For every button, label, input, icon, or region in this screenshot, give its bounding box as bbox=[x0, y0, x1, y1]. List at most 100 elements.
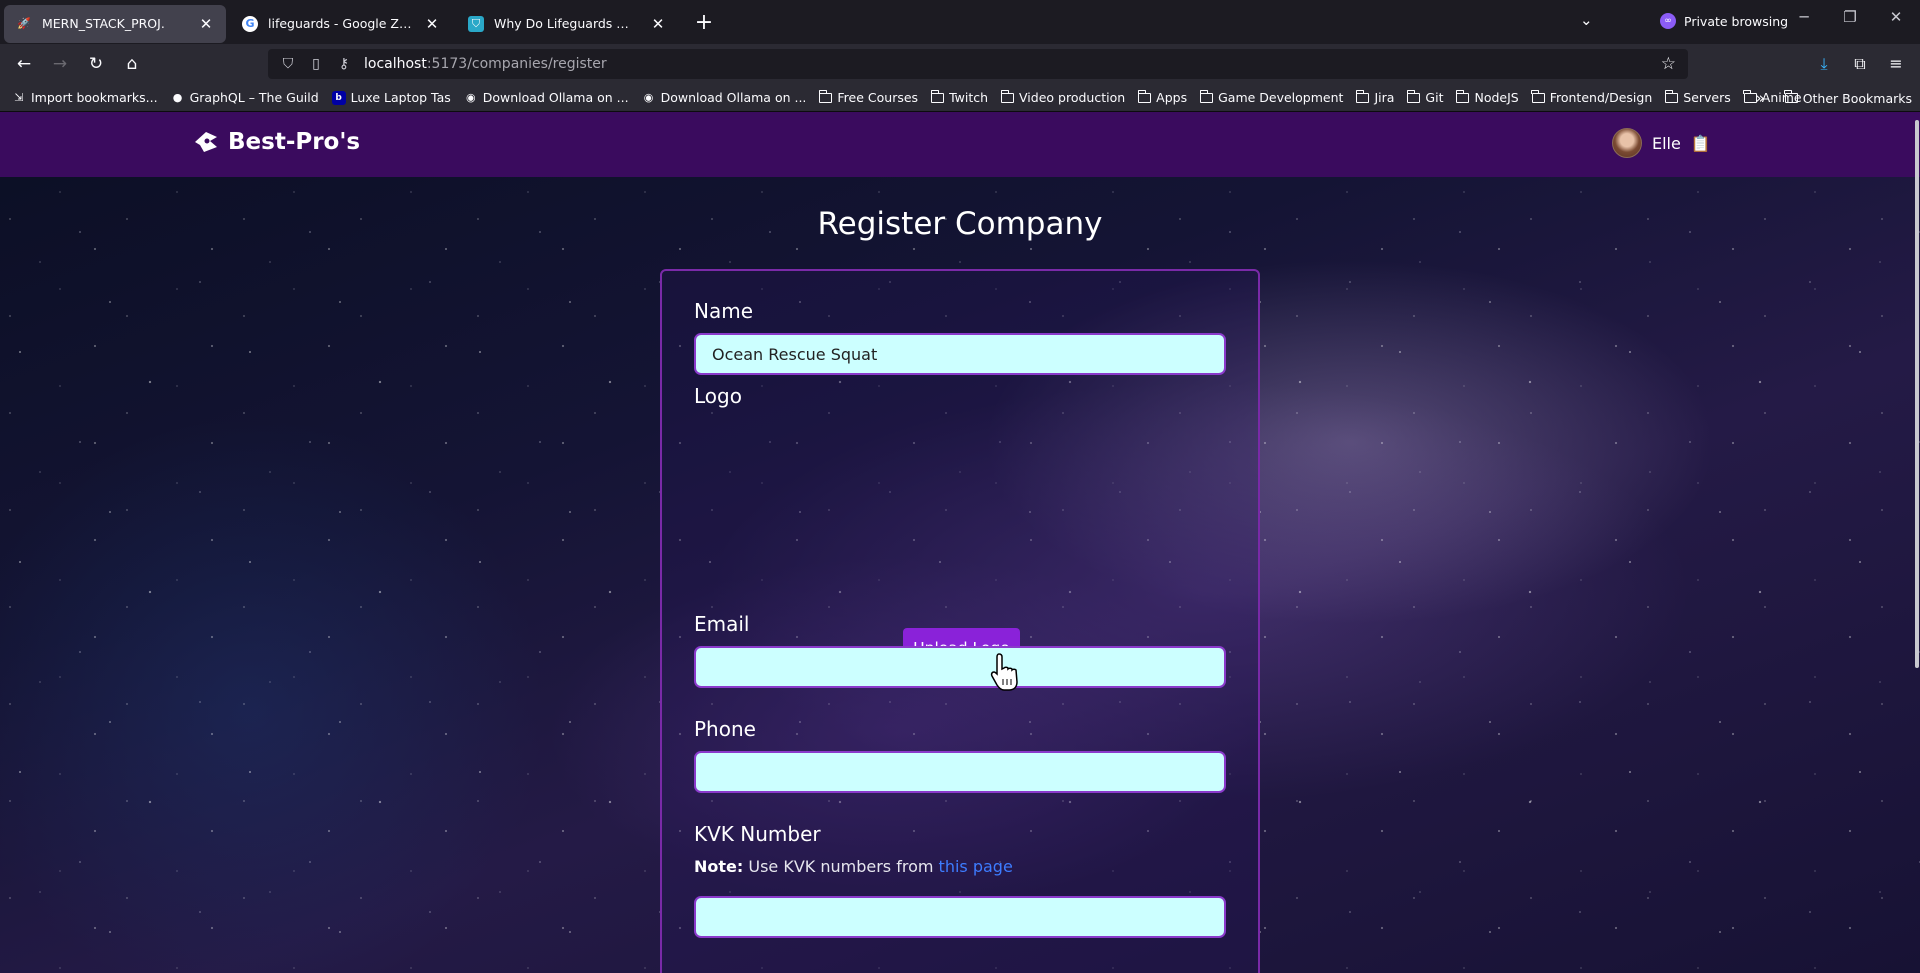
private-browsing-indicator: ∞ Private browsing bbox=[1660, 13, 1788, 29]
bookmark-item[interactable]: ◉ Download Ollama on ... bbox=[464, 90, 629, 105]
bookmark-label: GraphQL – The Guild bbox=[189, 90, 319, 105]
rocket-icon: 🚀 bbox=[17, 17, 31, 30]
minimize-icon[interactable]: ─ bbox=[1794, 8, 1814, 26]
bookmark-item[interactable]: Game Development bbox=[1199, 89, 1344, 105]
clipboard-check-icon[interactable]: 📋 bbox=[1691, 134, 1711, 153]
brand-name: Best-Pro's bbox=[228, 129, 361, 155]
page-title: Register Company bbox=[817, 206, 1103, 242]
name-label: Name bbox=[694, 299, 754, 323]
menu-hamburger-icon[interactable]: ≡ bbox=[1884, 52, 1908, 76]
browser-toolbar: ← → ↻ ⌂ ⛉ ▯ ⚷ localhost:5173/companies/r… bbox=[0, 44, 1920, 84]
bookmark-label: Frontend/Design bbox=[1549, 90, 1653, 105]
extensions-icon[interactable]: ⧉ bbox=[1848, 52, 1872, 76]
register-company-form: Name Logo Upload Logo Email Phone KVK Nu… bbox=[660, 269, 1260, 973]
bol-icon: b bbox=[331, 90, 346, 105]
bookmark-label: NodeJS bbox=[1474, 90, 1519, 105]
close-tab-icon[interactable]: ✕ bbox=[198, 15, 214, 33]
bookmark-item[interactable]: Free Courses bbox=[818, 89, 918, 105]
bookmark-item[interactable]: Frontend/Design bbox=[1531, 89, 1653, 105]
scrollbar-thumb[interactable] bbox=[1915, 120, 1919, 668]
tab-strip: 🚀 MERN_STACK_PROJ. ✕ G lifeguards - Goog… bbox=[0, 0, 1920, 44]
app-navbar: Best-Pro's Elle 📋 bbox=[0, 112, 1920, 177]
bookmark-label: Game Development bbox=[1218, 90, 1344, 105]
tab-title: Why Do Lifeguards Wear Red? bbox=[494, 16, 640, 31]
kvk-number-input[interactable] bbox=[694, 896, 1226, 938]
folder-icon bbox=[1664, 89, 1679, 103]
kvk-info-link[interactable]: this page bbox=[939, 857, 1013, 876]
brand-logo[interactable]: Best-Pro's bbox=[192, 129, 360, 155]
page-info-icon[interactable]: ▯ bbox=[308, 56, 324, 72]
restore-icon[interactable]: ❐ bbox=[1840, 8, 1860, 26]
folder-icon bbox=[930, 89, 945, 103]
folder-icon bbox=[1455, 89, 1470, 103]
user-name[interactable]: Elle bbox=[1652, 134, 1681, 153]
bookmark-item[interactable]: ⇲ Import bookmarks... bbox=[12, 90, 157, 105]
downloads-icon[interactable]: ⤓ bbox=[1812, 52, 1836, 76]
bookmark-label: Download Ollama on ... bbox=[482, 90, 629, 105]
logo-label: Logo bbox=[694, 384, 742, 408]
hand-pointer-cursor-icon bbox=[990, 653, 1018, 691]
bookmark-label: Luxe Laptop Tas bbox=[350, 90, 451, 105]
bookmark-item[interactable]: ● GraphQL – The Guild bbox=[171, 90, 319, 105]
folder-icon bbox=[818, 89, 833, 103]
ollama-icon: ◉ bbox=[643, 91, 654, 104]
ollama-icon: ◉ bbox=[465, 91, 476, 104]
forward-arrow-icon[interactable]: → bbox=[48, 52, 72, 76]
key-icon[interactable]: ⚷ bbox=[336, 56, 352, 72]
tab-title: MERN_STACK_PROJ. bbox=[42, 16, 165, 31]
bookmark-item[interactable]: Git bbox=[1406, 89, 1444, 105]
bookmark-label: Video production bbox=[1019, 90, 1126, 105]
bookmark-label: Jira bbox=[1374, 90, 1395, 105]
bookmark-item[interactable]: Video production bbox=[1000, 89, 1126, 105]
lifeguard-logo-icon bbox=[195, 132, 217, 152]
name-input[interactable] bbox=[694, 333, 1226, 375]
import-icon: ⇲ bbox=[14, 91, 24, 104]
private-browsing-label: Private browsing bbox=[1684, 13, 1789, 29]
kvk-number-label: KVK Number bbox=[694, 822, 821, 846]
bookmark-star-icon[interactable]: ☆ bbox=[1661, 54, 1676, 74]
google-icon: G bbox=[242, 15, 258, 32]
page-scrollbar[interactable] bbox=[1914, 112, 1920, 973]
bookmark-item[interactable]: Servers bbox=[1664, 89, 1731, 105]
other-bookmarks[interactable]: Other Bookmarks bbox=[1784, 90, 1912, 106]
tab-mern-stack[interactable]: 🚀 MERN_STACK_PROJ. ✕ bbox=[4, 4, 226, 43]
email-input[interactable] bbox=[694, 646, 1226, 688]
bookmark-label: Git bbox=[1425, 90, 1444, 105]
reload-icon[interactable]: ↻ bbox=[84, 52, 108, 76]
folder-icon bbox=[1406, 89, 1421, 103]
close-tab-icon[interactable]: ✕ bbox=[650, 15, 666, 33]
bookmark-item[interactable]: NodeJS bbox=[1455, 89, 1519, 105]
folder-icon bbox=[1137, 89, 1152, 103]
address-bar[interactable]: ⛉ ▯ ⚷ localhost:5173/companies/register … bbox=[268, 49, 1688, 79]
bookmark-item[interactable]: b Luxe Laptop Tas bbox=[331, 90, 451, 105]
list-all-tabs-chevron-icon[interactable]: ⌄ bbox=[1580, 11, 1593, 29]
folder-icon bbox=[1199, 89, 1214, 103]
url-text[interactable]: localhost:5173/companies/register bbox=[364, 56, 607, 72]
tab-title: lifeguards - Google Zoeken bbox=[268, 16, 414, 31]
avatar[interactable] bbox=[1612, 128, 1642, 158]
phone-input[interactable] bbox=[694, 751, 1226, 793]
bookmark-item[interactable]: Jira bbox=[1355, 89, 1395, 105]
bookmarks-overflow: » Other Bookmarks bbox=[1756, 84, 1913, 112]
tab-google-search[interactable]: G lifeguards - Google Zoeken ✕ bbox=[230, 5, 452, 43]
bookmark-label: Twitch bbox=[949, 90, 989, 105]
back-arrow-icon[interactable]: ← bbox=[12, 52, 36, 76]
bookmarks-toolbar: ⇲ Import bookmarks... ● GraphQL – The Guild… bbox=[0, 84, 1920, 112]
tracking-shield-icon[interactable]: ⛉ bbox=[280, 56, 296, 72]
close-tab-icon[interactable]: ✕ bbox=[424, 15, 440, 33]
private-mask-icon: ∞ bbox=[1660, 13, 1676, 29]
tab-lifeguards-article[interactable]: ⛉ Why Do Lifeguards Wear Red? ✕ bbox=[456, 5, 678, 43]
bookmark-item[interactable]: Apps bbox=[1137, 89, 1188, 105]
email-label: Email bbox=[694, 612, 750, 636]
user-menu[interactable]: Elle 📋 bbox=[1612, 128, 1711, 158]
bookmark-label: Apps bbox=[1156, 90, 1188, 105]
bookmark-item[interactable]: ◉ Download Ollama on ... bbox=[642, 90, 807, 105]
folder-icon bbox=[1531, 89, 1545, 103]
bookmark-label: Servers bbox=[1683, 90, 1731, 105]
chevron-double-right-icon[interactable]: » bbox=[1756, 89, 1765, 107]
window-close-icon[interactable]: ✕ bbox=[1886, 8, 1906, 26]
home-icon[interactable]: ⌂ bbox=[120, 52, 144, 76]
folder-icon bbox=[1784, 90, 1798, 103]
bookmark-item[interactable]: Twitch bbox=[930, 89, 989, 105]
new-tab-button[interactable]: + bbox=[692, 10, 716, 35]
